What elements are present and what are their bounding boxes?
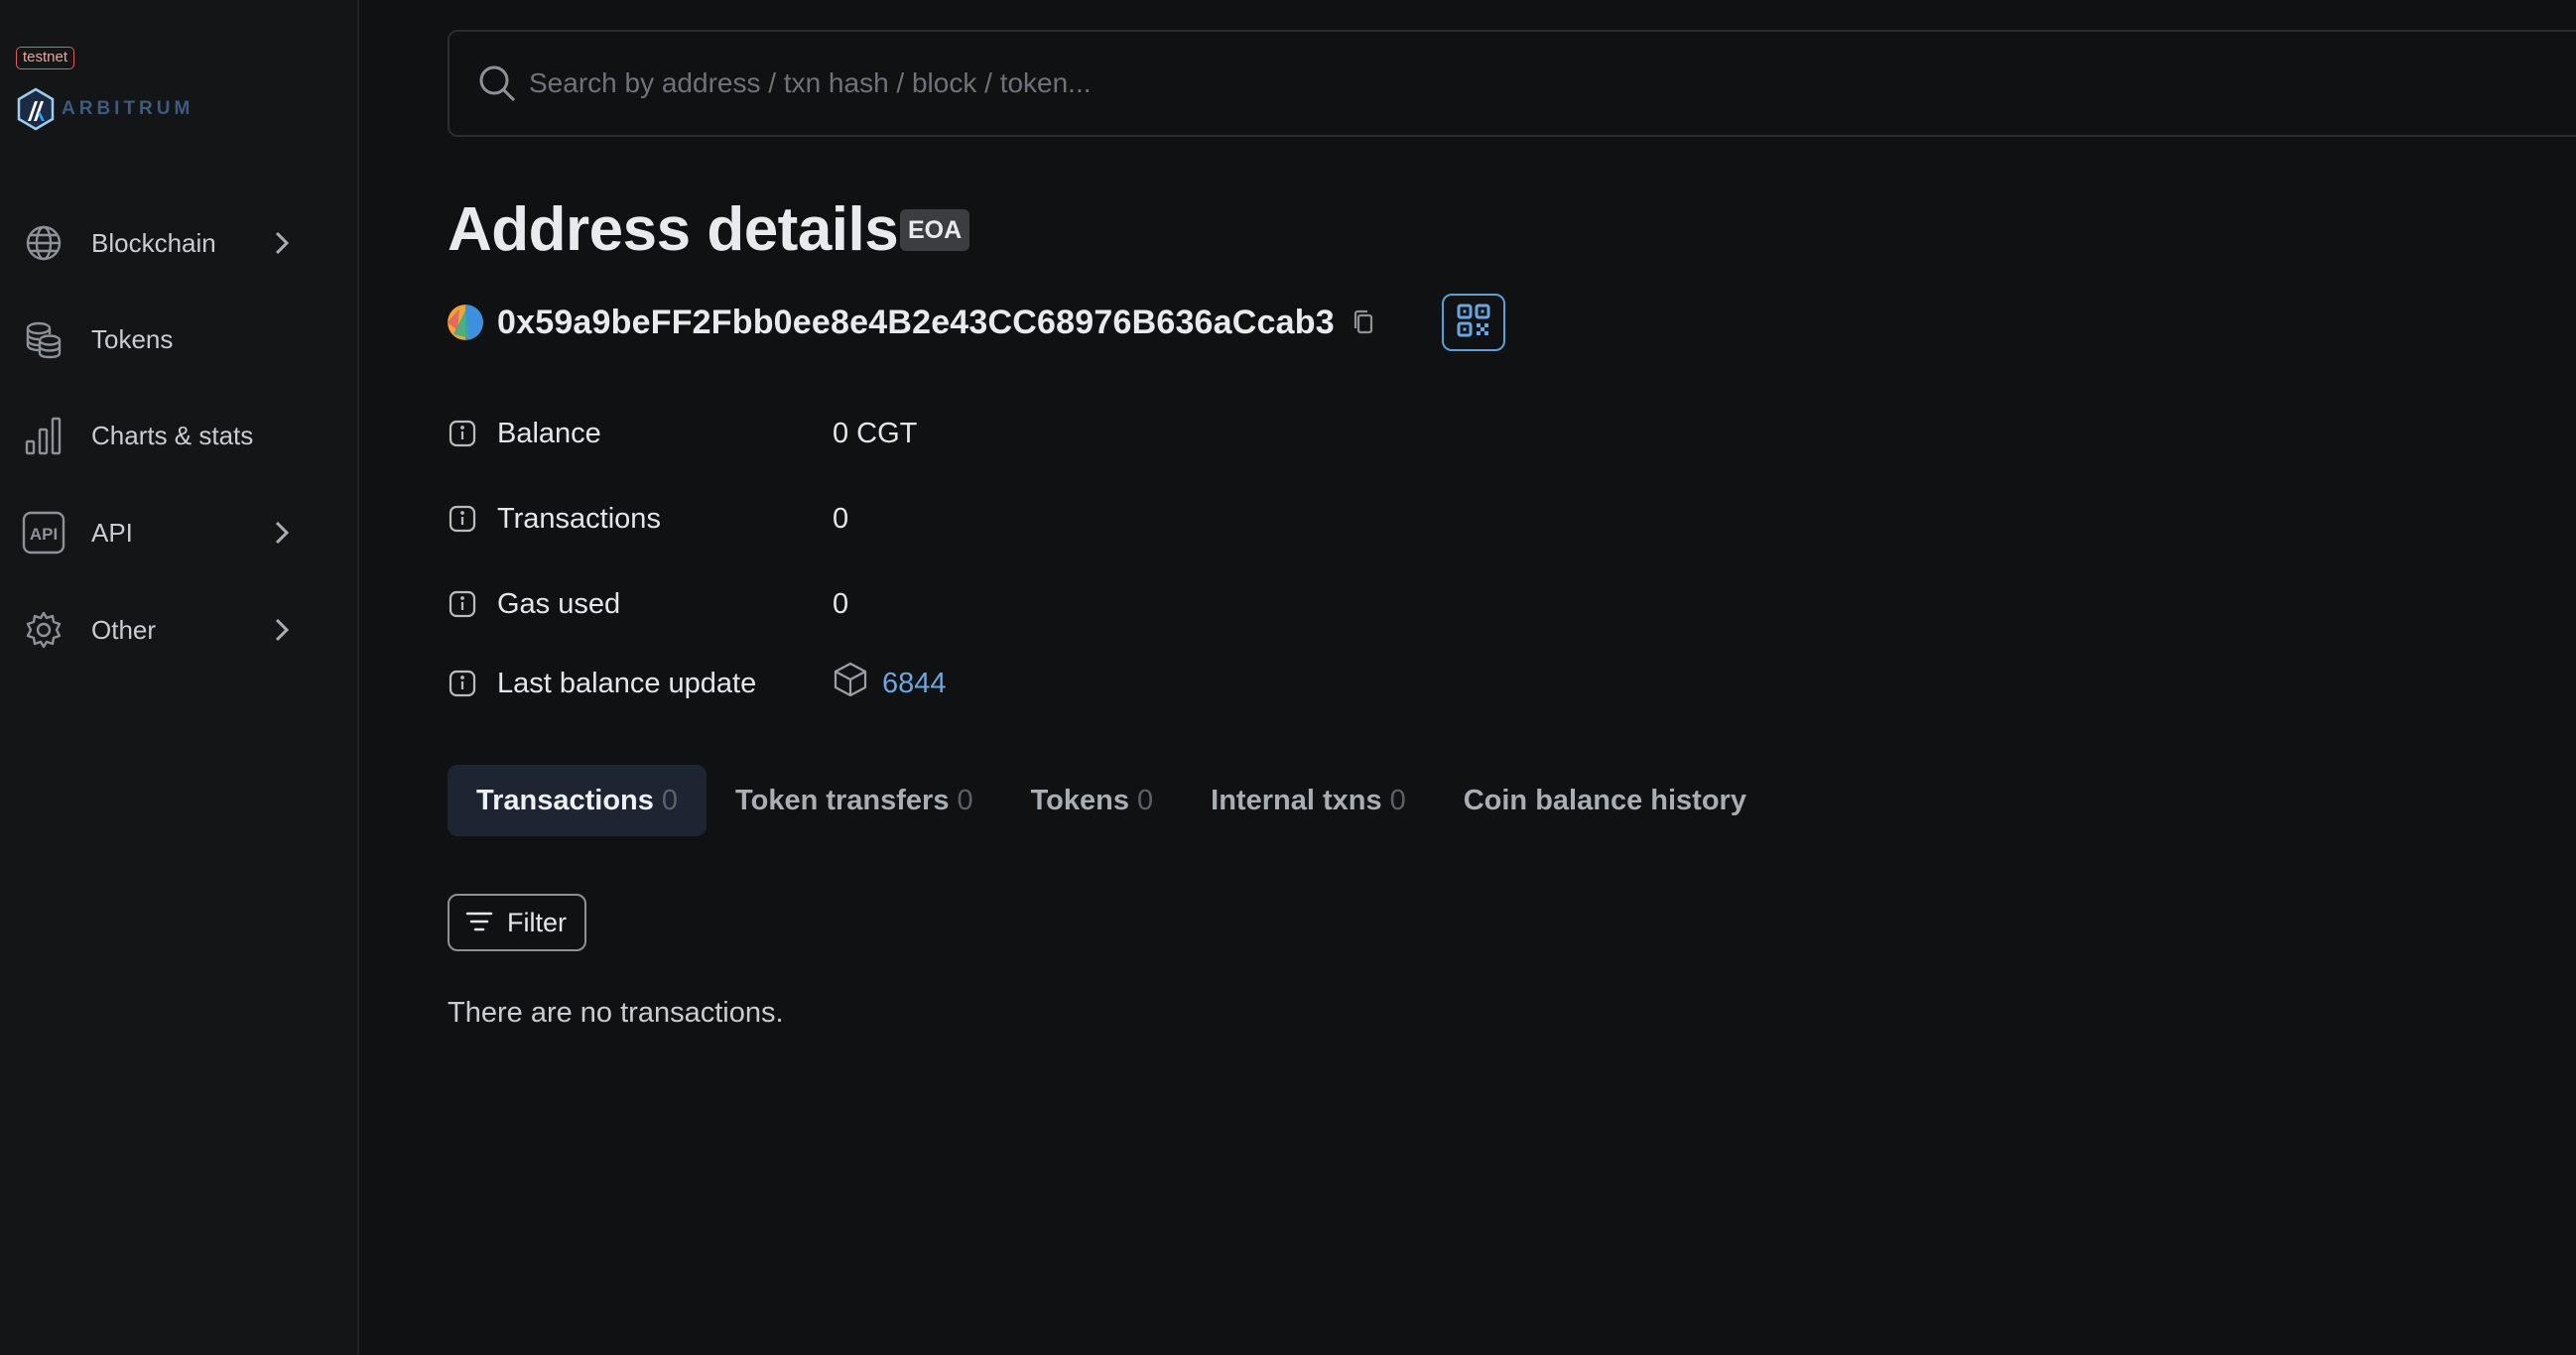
sidebar-item-other[interactable]: Other <box>0 600 327 660</box>
chevron-right-icon <box>270 228 294 258</box>
info-icon[interactable] <box>448 589 477 619</box>
gas-used-label: Gas used <box>497 587 621 620</box>
tab-label: Tokens <box>1030 784 1129 816</box>
logo[interactable]: ARBITRUM <box>16 87 193 131</box>
chevron-right-icon <box>270 518 294 548</box>
filter-icon <box>465 910 493 936</box>
detail-gas-used: Gas used 0 <box>448 579 1341 629</box>
sidebar-item-label: Blockchain <box>91 227 216 258</box>
qr-code-button[interactable] <box>1442 294 1505 351</box>
transactions-value: 0 <box>833 502 849 535</box>
sidebar-item-label: Charts & stats <box>91 420 254 450</box>
main-content: Address details EOA 0x59a9beFF2Fbb0ee8e4… <box>359 0 2576 1355</box>
sidebar-item-charts[interactable]: Charts & stats <box>0 406 327 465</box>
sidebar-item-api[interactable]: API API <box>0 503 327 562</box>
tab-count: 0 <box>661 784 679 816</box>
network-badge: testnet <box>16 47 75 69</box>
gas-used-value: 0 <box>833 587 849 620</box>
filter-label: Filter <box>507 907 567 937</box>
coins-icon <box>22 317 65 361</box>
tab-internal-txns[interactable]: Internal txns 0 <box>1182 765 1435 836</box>
balance-value: 0 CGT <box>833 417 918 449</box>
address-row: 0x59a9beFF2Fbb0ee8e4B2e43CC68976B636aCca… <box>448 296 1378 349</box>
tab-count: 0 <box>1389 784 1406 816</box>
address-type-badge: EOA <box>900 209 970 251</box>
last-balance-update-value: 6844 <box>833 661 947 706</box>
info-icon[interactable] <box>448 504 477 534</box>
transactions-label: Transactions <box>497 502 661 535</box>
info-icon[interactable] <box>448 419 477 448</box>
search-bar[interactable] <box>448 30 2576 137</box>
tab-label: Transactions <box>476 784 654 816</box>
info-icon[interactable] <box>448 669 477 698</box>
block-icon <box>833 661 868 706</box>
api-icon: API <box>22 511 65 554</box>
detail-last-balance-update: Last balance update 6844 <box>448 659 1341 708</box>
page-title: Address details <box>448 195 899 264</box>
tab-token-transfers[interactable]: Token transfers 0 <box>707 765 1002 836</box>
tab-coin-balance-history[interactable]: Coin balance history <box>1435 765 1775 836</box>
qr-code-icon <box>1457 304 1490 342</box>
sidebar-item-label: API <box>91 517 133 548</box>
tab-label: Coin balance history <box>1463 784 1746 816</box>
tab-transactions[interactable]: Transactions 0 <box>448 765 708 836</box>
search-icon <box>477 63 517 108</box>
svg-text:API: API <box>30 525 58 544</box>
tab-count: 0 <box>957 784 973 816</box>
globe-icon <box>22 221 65 265</box>
arbitrum-logo-icon <box>17 87 55 131</box>
sidebar-item-label: Other <box>91 614 157 645</box>
copy-icon[interactable] <box>1349 308 1378 337</box>
search-input[interactable] <box>529 32 2414 135</box>
detail-balance: Balance 0 CGT <box>448 409 1341 458</box>
block-number-link[interactable]: 6844 <box>882 668 947 700</box>
sidebar-item-blockchain[interactable]: Blockchain <box>0 213 327 273</box>
chevron-right-icon <box>270 615 294 645</box>
tab-label: Internal txns <box>1211 784 1382 816</box>
address-hash: 0x59a9beFF2Fbb0ee8e4B2e43CC68976B636aCca… <box>497 303 1335 341</box>
tab-count: 0 <box>1137 784 1154 816</box>
sidebar-item-tokens[interactable]: Tokens <box>0 309 327 369</box>
gear-icon <box>22 608 65 652</box>
balance-label: Balance <box>497 417 601 449</box>
logo-text: ARBITRUM <box>62 98 194 119</box>
empty-state-message: There are no transactions. <box>448 997 784 1029</box>
tab-tokens[interactable]: Tokens 0 <box>1002 765 1183 836</box>
detail-transactions: Transactions 0 <box>448 494 1341 544</box>
last-balance-update-label: Last balance update <box>497 667 757 699</box>
tab-label: Token transfers <box>735 784 950 816</box>
sidebar: testnet ARBITRUM Blockchain Tokens Chart… <box>0 0 359 1355</box>
sidebar-item-label: Tokens <box>91 323 174 354</box>
address-avatar <box>448 305 483 340</box>
bar-chart-icon <box>22 414 65 457</box>
filter-button[interactable]: Filter <box>448 894 586 951</box>
address-tabs: Transactions 0 Token transfers 0 Tokens … <box>448 765 1775 836</box>
